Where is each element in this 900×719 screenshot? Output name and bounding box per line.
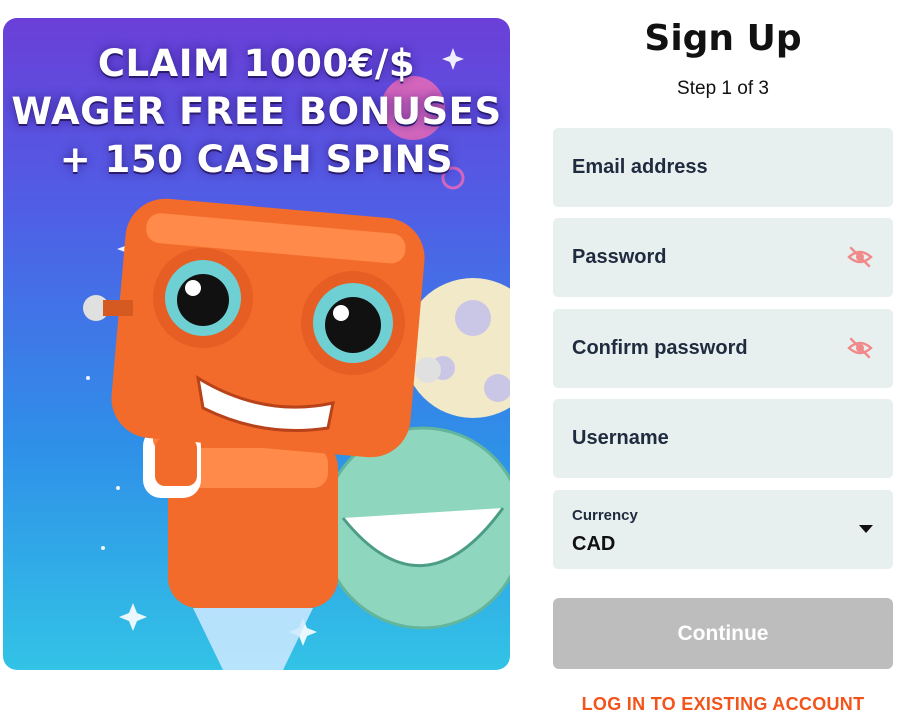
promo-headline: CLAIM 1000€/$ WAGER FREE BONUSES + 150 C… (3, 40, 510, 184)
username-field-label: Username (572, 427, 669, 449)
password-field[interactable]: Password (553, 218, 893, 297)
currency-select[interactable]: Currency CAD (553, 490, 893, 569)
page-title: Sign Up (644, 18, 802, 59)
promo-headline-line-3: + 150 CASH SPINS (59, 138, 454, 181)
email-field-label: Email address (572, 156, 708, 178)
step-indicator: Step 1 of 3 (677, 78, 769, 99)
currency-label: Currency (572, 507, 638, 524)
promo-headline-line-1: CLAIM 1000€/$ (97, 42, 416, 85)
password-field-label: Password (572, 246, 667, 268)
promo-headline-line-2: WAGER FREE BONUSES (11, 90, 502, 133)
eye-slash-icon[interactable] (847, 337, 873, 359)
chevron-down-icon[interactable] (859, 525, 873, 533)
continue-button[interactable]: Continue (553, 598, 893, 669)
username-field[interactable]: Username (553, 399, 893, 478)
confirm-password-field[interactable]: Confirm password (553, 309, 893, 388)
login-existing-account-link[interactable]: LOG IN TO EXISTING ACCOUNT (553, 694, 893, 715)
confirm-password-field-label: Confirm password (572, 337, 748, 359)
eye-slash-icon[interactable] (847, 246, 873, 268)
email-field[interactable]: Email address (553, 128, 893, 207)
currency-value: CAD (572, 533, 616, 555)
promo-banner: CLAIM 1000€/$ WAGER FREE BONUSES + 150 C… (3, 18, 510, 670)
